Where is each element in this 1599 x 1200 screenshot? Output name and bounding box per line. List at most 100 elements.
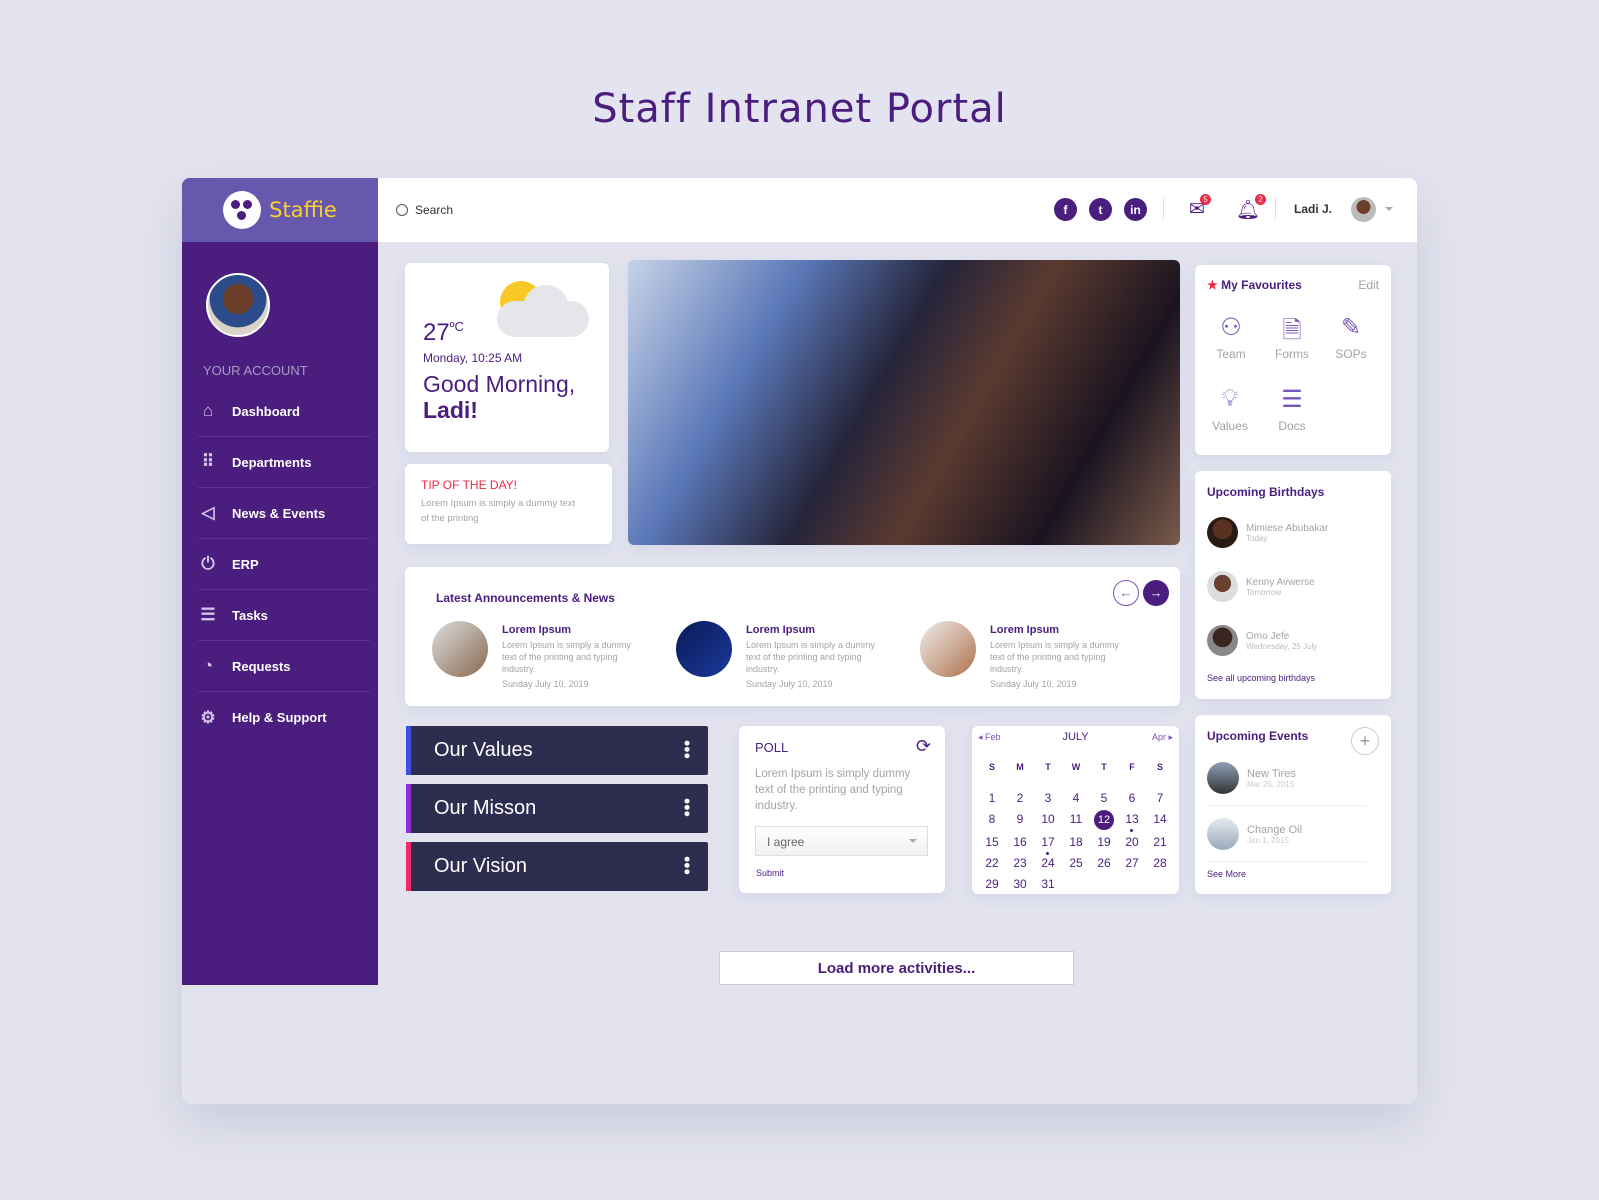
favourite-sops[interactable]: ✎ SOPs — [1321, 313, 1381, 361]
load-more-button[interactable]: Load more activities... — [719, 951, 1074, 985]
value-button[interactable]: Our Values ••• — [406, 726, 708, 775]
edit-link[interactable]: Edit — [1358, 278, 1379, 292]
submit-link[interactable]: Submit — [756, 868, 784, 878]
calendar-day[interactable]: 23 — [1006, 854, 1034, 872]
birthday-item[interactable]: Omo Jefe Wednesday, 25 July — [1207, 625, 1317, 656]
calendar-day[interactable]: 15 — [978, 833, 1006, 851]
see-more-events-link[interactable]: See More — [1207, 869, 1246, 879]
sidebar: Staffie YOUR ACCOUNT ⌂ Dashboard ⠿ Departme… — [182, 178, 378, 985]
value-button[interactable]: Our Vision ••• — [406, 842, 708, 891]
user-name[interactable]: Ladi J. — [1294, 202, 1332, 216]
divider — [1275, 198, 1276, 220]
announcement-image — [432, 621, 488, 677]
calendar-day[interactable]: 30 — [1006, 875, 1034, 893]
sidebar-item-news-events[interactable]: ◁ News & Events — [198, 488, 370, 539]
linkedin-icon[interactable]: in — [1124, 198, 1147, 221]
bell-icon[interactable]: 🔔︎ 2 — [1236, 194, 1267, 222]
logo-icon — [223, 191, 262, 229]
datetime: Monday, 10:25 AM — [423, 351, 523, 365]
mail-badge: 5 — [1199, 194, 1211, 205]
sidebar-item-dashboard[interactable]: ⌂ Dashboard — [198, 386, 370, 437]
favourite-team[interactable]: ⚇ Team — [1201, 313, 1261, 361]
calendar-day[interactable]: 19 — [1090, 833, 1118, 851]
notification-badge: 2 — [1255, 194, 1267, 205]
sidebar-item-help-support[interactable]: ⚙ Help & Support — [198, 692, 370, 743]
calendar-day[interactable]: 18 — [1062, 833, 1090, 851]
calendar-day[interactable]: 24 — [1034, 854, 1062, 872]
weekday-label: M — [1016, 762, 1024, 772]
calendar-day[interactable]: 9 — [1006, 810, 1034, 828]
divider — [1163, 198, 1164, 220]
calendar-day[interactable]: 27 — [1118, 854, 1146, 872]
calendar-day[interactable]: 11 — [1062, 810, 1090, 828]
chevron-down-icon — [909, 839, 917, 847]
calendar-day[interactable]: 31 — [1034, 875, 1062, 893]
calendar-day[interactable]: 6 — [1118, 789, 1146, 807]
sidebar-item-label: News & Events — [232, 505, 326, 521]
value-button[interactable]: Our Misson ••• — [406, 784, 708, 833]
next-arrow-button[interactable]: → — [1143, 580, 1169, 606]
calendar-day[interactable]: 4 — [1062, 789, 1090, 807]
user-avatar[interactable] — [1351, 197, 1376, 222]
search-input[interactable]: Search — [396, 203, 453, 217]
mail-icon[interactable]: ✉ 5 — [1189, 194, 1211, 221]
more-options-icon[interactable]: ••• — [677, 740, 697, 759]
logo[interactable]: Staffie — [182, 178, 378, 242]
prev-arrow-button[interactable]: ← — [1113, 580, 1139, 606]
home-icon: ⌂ — [202, 401, 214, 420]
see-all-birthdays-link[interactable]: See all upcoming birthdays — [1207, 673, 1315, 683]
announcement-item[interactable]: Lorem Ipsum Lorem Ipsum is simply a dummy… — [676, 621, 882, 690]
greeting: Good Morning, — [423, 371, 576, 397]
next-month-button[interactable]: Apr ▸ — [1152, 732, 1173, 743]
announcement-image — [676, 621, 732, 677]
refresh-icon[interactable]: ⟳ — [916, 736, 931, 757]
calendar-day[interactable]: 13 — [1118, 810, 1146, 832]
calendar-day[interactable]: 7 — [1146, 789, 1174, 807]
favourite-docs[interactable]: ☰ Docs — [1262, 385, 1322, 433]
calendar-day[interactable]: 28 — [1146, 854, 1174, 872]
calendar-day[interactable]: 20 — [1118, 833, 1146, 851]
favourite-forms[interactable]: 🗎︎ Forms — [1262, 313, 1322, 361]
calendar-day[interactable]: 16 — [1006, 833, 1034, 851]
calendar-day[interactable]: 5 — [1090, 789, 1118, 807]
facebook-icon[interactable]: f — [1054, 198, 1077, 221]
favourites-title: My Favourites — [1221, 278, 1302, 292]
dashboard-window: Staffie YOUR ACCOUNT ⌂ Dashboard ⠿ Departme… — [182, 178, 1417, 1104]
event-item[interactable]: Change Oil Jan 1, 2015 — [1207, 807, 1367, 862]
calendar-day[interactable]: 14 — [1146, 810, 1174, 828]
calendar-day[interactable]: 1 — [978, 789, 1006, 807]
poll-select[interactable]: I agree — [755, 826, 928, 856]
calendar-day[interactable]: 22 — [978, 854, 1006, 872]
sidebar-item-tasks[interactable]: ☰ Tasks — [198, 590, 370, 641]
calendar-day[interactable]: 25 — [1062, 854, 1090, 872]
twitter-icon[interactable]: t — [1089, 198, 1112, 221]
poll-title: POLL — [755, 740, 789, 755]
sidebar-item-requests[interactable]: ◔ Requests — [198, 641, 370, 692]
announcement-item[interactable]: Lorem Ipsum Lorem Ipsum is simply a dummy… — [432, 621, 638, 690]
birthday-item[interactable]: Kenny Avwerse Tomorrow — [1207, 571, 1315, 602]
more-options-icon[interactable]: ••• — [677, 798, 697, 817]
calendar-day[interactable]: 8 — [978, 810, 1006, 828]
avatar[interactable] — [206, 273, 270, 337]
sidebar-item-departments[interactable]: ⠿ Departments — [198, 437, 370, 488]
calendar-day[interactable]: 10 — [1034, 810, 1062, 828]
favourites-card: ★ My Favourites Edit ⚇ Team 🗎︎ Forms ✎ SOPs… — [1195, 265, 1391, 455]
calendar-day[interactable]: 21 — [1146, 833, 1174, 851]
favourite-values[interactable]: 💡︎ Values — [1200, 385, 1260, 433]
calendar-day[interactable]: 2 — [1006, 789, 1034, 807]
event-item[interactable]: New Tires Mar 25, 2015 — [1207, 751, 1367, 806]
calendar-day[interactable]: 17 — [1034, 833, 1062, 855]
poll-question: Lorem Ipsum is simply dummy text of the … — [755, 768, 911, 812]
calendar-day[interactable]: 3 — [1034, 789, 1062, 807]
birthday-item[interactable]: Mimiese Abubakar Today — [1207, 517, 1328, 548]
announcement-item[interactable]: Lorem Ipsum Lorem Ipsum is simply a dummy… — [920, 621, 1126, 690]
chevron-down-icon[interactable] — [1385, 207, 1393, 215]
more-options-icon[interactable]: ••• — [677, 856, 697, 875]
poll-card: POLL ⟳ Lorem Ipsum is simply dummy text … — [739, 726, 945, 893]
sidebar-item-erp[interactable]: ⏻ ERP — [198, 539, 370, 590]
calendar-day[interactable]: 26 — [1090, 854, 1118, 872]
sidebar-item-label: Departments — [232, 454, 312, 470]
calendar-day[interactable]: 29 — [978, 875, 1006, 893]
calendar-day[interactable]: 12 — [1094, 810, 1114, 830]
calendar-month: JULY — [1062, 731, 1089, 743]
